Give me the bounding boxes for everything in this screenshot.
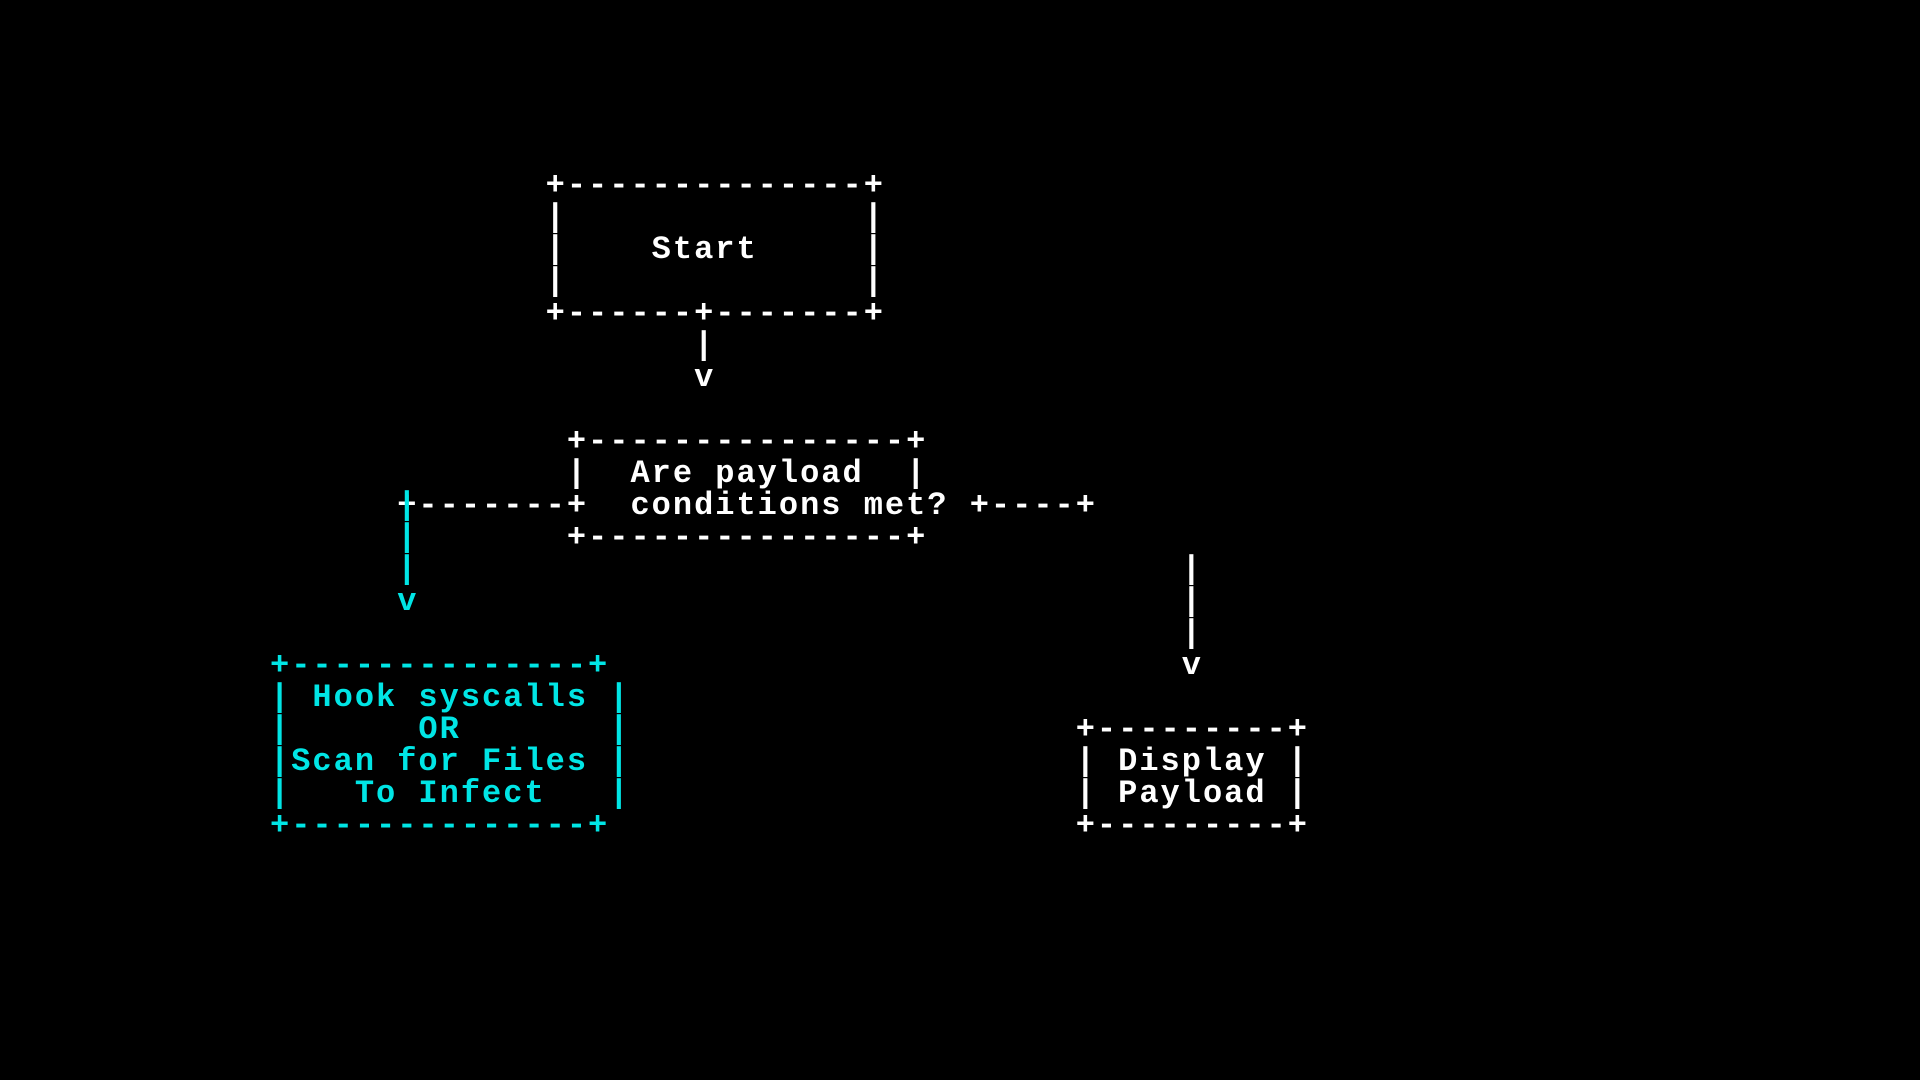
left-box-bot: +--------------+ [270,807,609,844]
right-box-bot: +---------+ [1076,807,1309,844]
ascii-cyan-layer: +-------+ conditions met? +----+ | | | v… [270,170,1097,842]
left-arrow: v [397,583,418,620]
diagram-canvas: +--------------+ | | | Start | | | +----… [0,0,1920,1080]
